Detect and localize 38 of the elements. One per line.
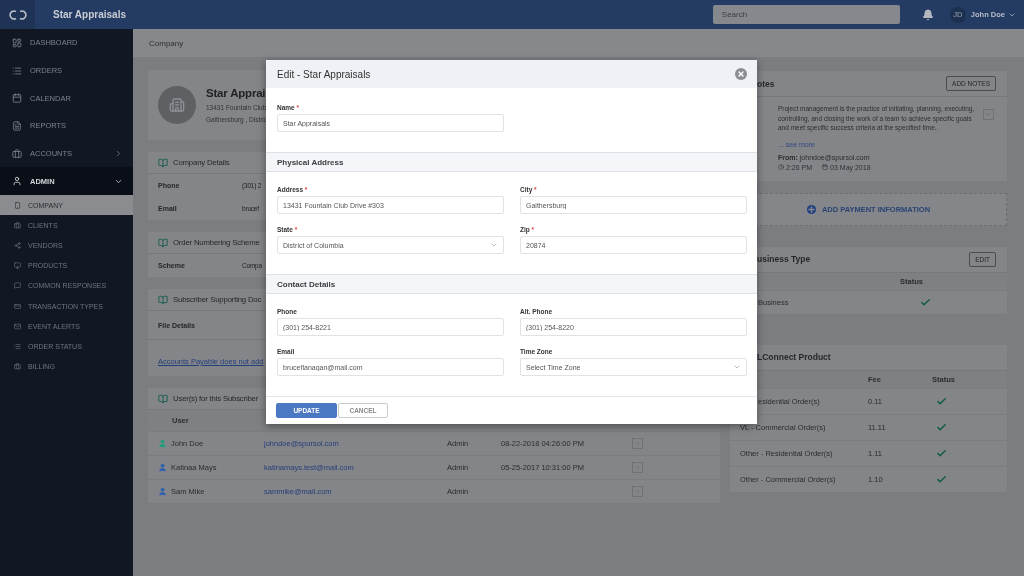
dashboard-icon xyxy=(12,37,22,48)
list-icon xyxy=(12,65,22,76)
chat-icon xyxy=(14,282,21,290)
close-icon xyxy=(737,70,745,79)
plus-icon xyxy=(806,204,816,214)
monitor-icon xyxy=(14,262,21,270)
section-header: Physical Address xyxy=(266,152,757,173)
card-title: LConnect Product xyxy=(757,352,831,362)
briefcase-icon xyxy=(14,221,21,229)
dialog-title: Edit - Star Appraisals xyxy=(277,68,371,80)
section-header: Contact Details xyxy=(266,274,757,295)
app-title: Star Appraisals xyxy=(53,9,127,20)
book-icon xyxy=(158,294,168,305)
list-icon xyxy=(14,343,21,351)
phone-icon xyxy=(14,201,21,209)
search-field[interactable]: Search xyxy=(712,5,900,24)
company-name: Star Apprai xyxy=(206,87,267,99)
mail-icon xyxy=(14,322,21,330)
briefcase-icon xyxy=(12,148,22,159)
breadcrumb: Company xyxy=(149,38,184,48)
book-icon xyxy=(158,237,168,248)
clock-icon xyxy=(778,164,784,170)
card-title: usiness Type xyxy=(757,254,811,264)
book-icon xyxy=(158,157,168,168)
bell-icon[interactable] xyxy=(921,8,934,21)
card-title: otes xyxy=(757,78,775,89)
chevron-icon xyxy=(114,149,123,159)
building-icon xyxy=(158,86,196,124)
card-icon xyxy=(14,302,21,310)
logo-icon xyxy=(7,8,28,21)
briefcase-icon xyxy=(14,363,21,371)
document-icon xyxy=(12,120,22,131)
calendar-icon xyxy=(12,93,22,104)
book-icon xyxy=(158,393,168,404)
calendar-icon xyxy=(822,164,829,170)
close-button[interactable] xyxy=(735,68,747,81)
share-icon xyxy=(14,242,21,250)
user-icon xyxy=(12,176,22,187)
